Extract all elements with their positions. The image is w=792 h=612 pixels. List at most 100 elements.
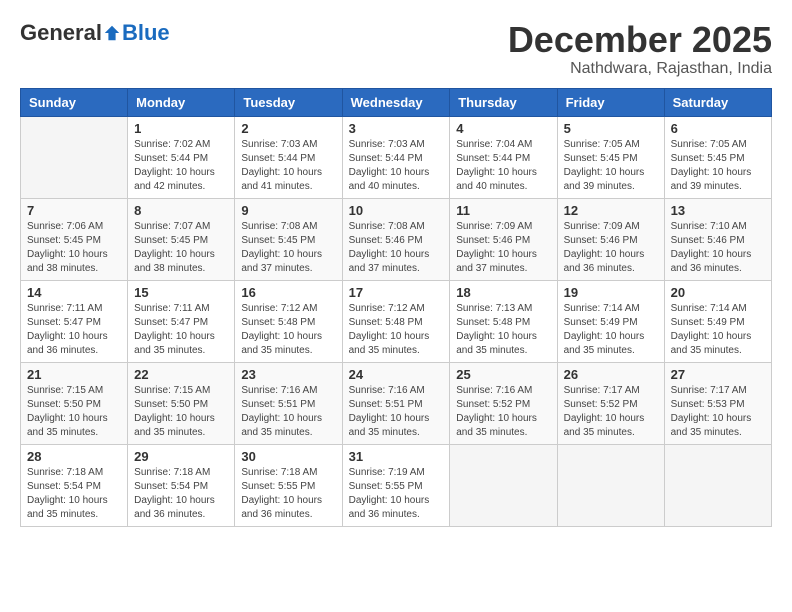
day-number: 24 [349, 367, 444, 382]
weekday-header: Wednesday [342, 88, 450, 116]
calendar-week-row: 7 Sunrise: 7:06 AM Sunset: 5:45 PM Daylig… [21, 198, 772, 280]
day-info: Sunrise: 7:02 AM Sunset: 5:44 PM Dayligh… [134, 138, 228, 194]
day-number: 9 [241, 203, 335, 218]
day-number: 11 [456, 203, 550, 218]
calendar-cell: 18 Sunrise: 7:13 AM Sunset: 5:48 PM Dayli… [450, 280, 557, 362]
calendar-cell: 7 Sunrise: 7:06 AM Sunset: 5:45 PM Daylig… [21, 198, 128, 280]
day-info: Sunrise: 7:06 AM Sunset: 5:45 PM Dayligh… [27, 220, 121, 276]
calendar-week-row: 14 Sunrise: 7:11 AM Sunset: 5:47 PM Dayli… [21, 280, 772, 362]
day-info: Sunrise: 7:16 AM Sunset: 5:52 PM Dayligh… [456, 384, 550, 440]
day-info: Sunrise: 7:16 AM Sunset: 5:51 PM Dayligh… [241, 384, 335, 440]
calendar-cell: 12 Sunrise: 7:09 AM Sunset: 5:46 PM Dayli… [557, 198, 664, 280]
logo: General Blue [20, 20, 170, 46]
calendar-header-row: SundayMondayTuesdayWednesdayThursdayFrid… [21, 88, 772, 116]
calendar-cell: 13Sunrise: 7:10 AM Sunset: 5:46 PM Dayli… [664, 198, 771, 280]
calendar-cell: 24 Sunrise: 7:16 AM Sunset: 5:51 PM Dayli… [342, 362, 450, 444]
calendar-cell: 25 Sunrise: 7:16 AM Sunset: 5:52 PM Dayli… [450, 362, 557, 444]
day-number: 19 [564, 285, 658, 300]
day-number: 15 [134, 285, 228, 300]
calendar-cell: 5Sunrise: 7:05 AM Sunset: 5:45 PM Daylig… [557, 116, 664, 198]
day-info: Sunrise: 7:14 AM Sunset: 5:49 PM Dayligh… [564, 302, 658, 358]
calendar-cell: 9 Sunrise: 7:08 AM Sunset: 5:45 PM Daylig… [235, 198, 342, 280]
day-number: 7 [27, 203, 121, 218]
day-number: 20 [671, 285, 765, 300]
calendar-week-row: 28 Sunrise: 7:18 AM Sunset: 5:54 PM Dayli… [21, 444, 772, 526]
day-info: Sunrise: 7:15 AM Sunset: 5:50 PM Dayligh… [27, 384, 121, 440]
day-info: Sunrise: 7:18 AM Sunset: 5:54 PM Dayligh… [134, 466, 228, 522]
day-info: Sunrise: 7:03 AM Sunset: 5:44 PM Dayligh… [349, 138, 444, 194]
day-number: 30 [241, 449, 335, 464]
weekday-header: Tuesday [235, 88, 342, 116]
weekday-header: Sunday [21, 88, 128, 116]
day-info: Sunrise: 7:18 AM Sunset: 5:54 PM Dayligh… [27, 466, 121, 522]
day-number: 18 [456, 285, 550, 300]
weekday-header: Thursday [450, 88, 557, 116]
day-number: 3 [349, 121, 444, 136]
calendar-cell: 26 Sunrise: 7:17 AM Sunset: 5:52 PM Dayli… [557, 362, 664, 444]
day-number: 13 [671, 203, 765, 218]
location-subtitle: Nathdwara, Rajasthan, India [508, 60, 772, 78]
calendar-week-row: 21 Sunrise: 7:15 AM Sunset: 5:50 PM Dayli… [21, 362, 772, 444]
logo-general: General [20, 20, 102, 46]
day-info: Sunrise: 7:13 AM Sunset: 5:48 PM Dayligh… [456, 302, 550, 358]
calendar-cell: 6 Sunrise: 7:05 AM Sunset: 5:45 PM Daylig… [664, 116, 771, 198]
day-info: Sunrise: 7:04 AM Sunset: 5:44 PM Dayligh… [456, 138, 550, 194]
day-number: 21 [27, 367, 121, 382]
calendar-cell: 15 Sunrise: 7:11 AM Sunset: 5:47 PM Dayli… [128, 280, 235, 362]
day-info: Sunrise: 7:08 AM Sunset: 5:45 PM Dayligh… [241, 220, 335, 276]
day-number: 29 [134, 449, 228, 464]
calendar-cell: 16 Sunrise: 7:12 AM Sunset: 5:48 PM Dayli… [235, 280, 342, 362]
calendar-cell: 11 Sunrise: 7:09 AM Sunset: 5:46 PM Dayli… [450, 198, 557, 280]
day-number: 28 [27, 449, 121, 464]
day-info: Sunrise: 7:08 AM Sunset: 5:46 PM Dayligh… [349, 220, 444, 276]
day-info: Sunrise: 7:12 AM Sunset: 5:48 PM Dayligh… [349, 302, 444, 358]
day-info: Sunrise: 7:07 AM Sunset: 5:45 PM Dayligh… [134, 220, 228, 276]
day-number: 25 [456, 367, 550, 382]
day-number: 2 [241, 121, 335, 136]
calendar-cell: 22Sunrise: 7:15 AM Sunset: 5:50 PM Dayli… [128, 362, 235, 444]
day-info: Sunrise: 7:05 AM Sunset: 5:45 PM Dayligh… [671, 138, 765, 194]
calendar-cell: 30 Sunrise: 7:18 AM Sunset: 5:55 PM Dayli… [235, 444, 342, 526]
page-header: General Blue December 2025 Nathdwara, Ra… [20, 20, 772, 78]
day-number: 8 [134, 203, 228, 218]
calendar-cell [450, 444, 557, 526]
day-number: 31 [349, 449, 444, 464]
calendar-cell: 2 Sunrise: 7:03 AM Sunset: 5:44 PM Daylig… [235, 116, 342, 198]
calendar-table: SundayMondayTuesdayWednesdayThursdayFrid… [20, 88, 772, 527]
calendar-cell: 17 Sunrise: 7:12 AM Sunset: 5:48 PM Dayli… [342, 280, 450, 362]
day-number: 23 [241, 367, 335, 382]
day-number: 26 [564, 367, 658, 382]
calendar-cell: 29 Sunrise: 7:18 AM Sunset: 5:54 PM Dayli… [128, 444, 235, 526]
day-info: Sunrise: 7:14 AM Sunset: 5:49 PM Dayligh… [671, 302, 765, 358]
day-number: 12 [564, 203, 658, 218]
calendar-cell: 10 Sunrise: 7:08 AM Sunset: 5:46 PM Dayli… [342, 198, 450, 280]
day-info: Sunrise: 7:15 AM Sunset: 5:50 PM Dayligh… [134, 384, 228, 440]
day-number: 1 [134, 121, 228, 136]
day-info: Sunrise: 7:18 AM Sunset: 5:55 PM Dayligh… [241, 466, 335, 522]
day-info: Sunrise: 7:16 AM Sunset: 5:51 PM Dayligh… [349, 384, 444, 440]
calendar-cell: 23 Sunrise: 7:16 AM Sunset: 5:51 PM Dayli… [235, 362, 342, 444]
logo-icon [103, 24, 121, 42]
calendar-cell: 4Sunrise: 7:04 AM Sunset: 5:44 PM Daylig… [450, 116, 557, 198]
day-number: 6 [671, 121, 765, 136]
weekday-header: Friday [557, 88, 664, 116]
day-info: Sunrise: 7:12 AM Sunset: 5:48 PM Dayligh… [241, 302, 335, 358]
day-info: Sunrise: 7:09 AM Sunset: 5:46 PM Dayligh… [456, 220, 550, 276]
day-info: Sunrise: 7:17 AM Sunset: 5:52 PM Dayligh… [564, 384, 658, 440]
calendar-cell: 31Sunrise: 7:19 AM Sunset: 5:55 PM Dayli… [342, 444, 450, 526]
weekday-header: Saturday [664, 88, 771, 116]
calendar-cell [557, 444, 664, 526]
day-number: 16 [241, 285, 335, 300]
month-title: December 2025 [508, 20, 772, 60]
title-block: December 2025 Nathdwara, Rajasthan, Indi… [508, 20, 772, 78]
day-number: 14 [27, 285, 121, 300]
day-info: Sunrise: 7:09 AM Sunset: 5:46 PM Dayligh… [564, 220, 658, 276]
day-info: Sunrise: 7:03 AM Sunset: 5:44 PM Dayligh… [241, 138, 335, 194]
day-info: Sunrise: 7:11 AM Sunset: 5:47 PM Dayligh… [134, 302, 228, 358]
day-number: 10 [349, 203, 444, 218]
day-number: 17 [349, 285, 444, 300]
calendar-cell: 14Sunrise: 7:11 AM Sunset: 5:47 PM Dayli… [21, 280, 128, 362]
calendar-cell: 3 Sunrise: 7:03 AM Sunset: 5:44 PM Daylig… [342, 116, 450, 198]
weekday-header: Monday [128, 88, 235, 116]
calendar-cell: 28 Sunrise: 7:18 AM Sunset: 5:54 PM Dayli… [21, 444, 128, 526]
